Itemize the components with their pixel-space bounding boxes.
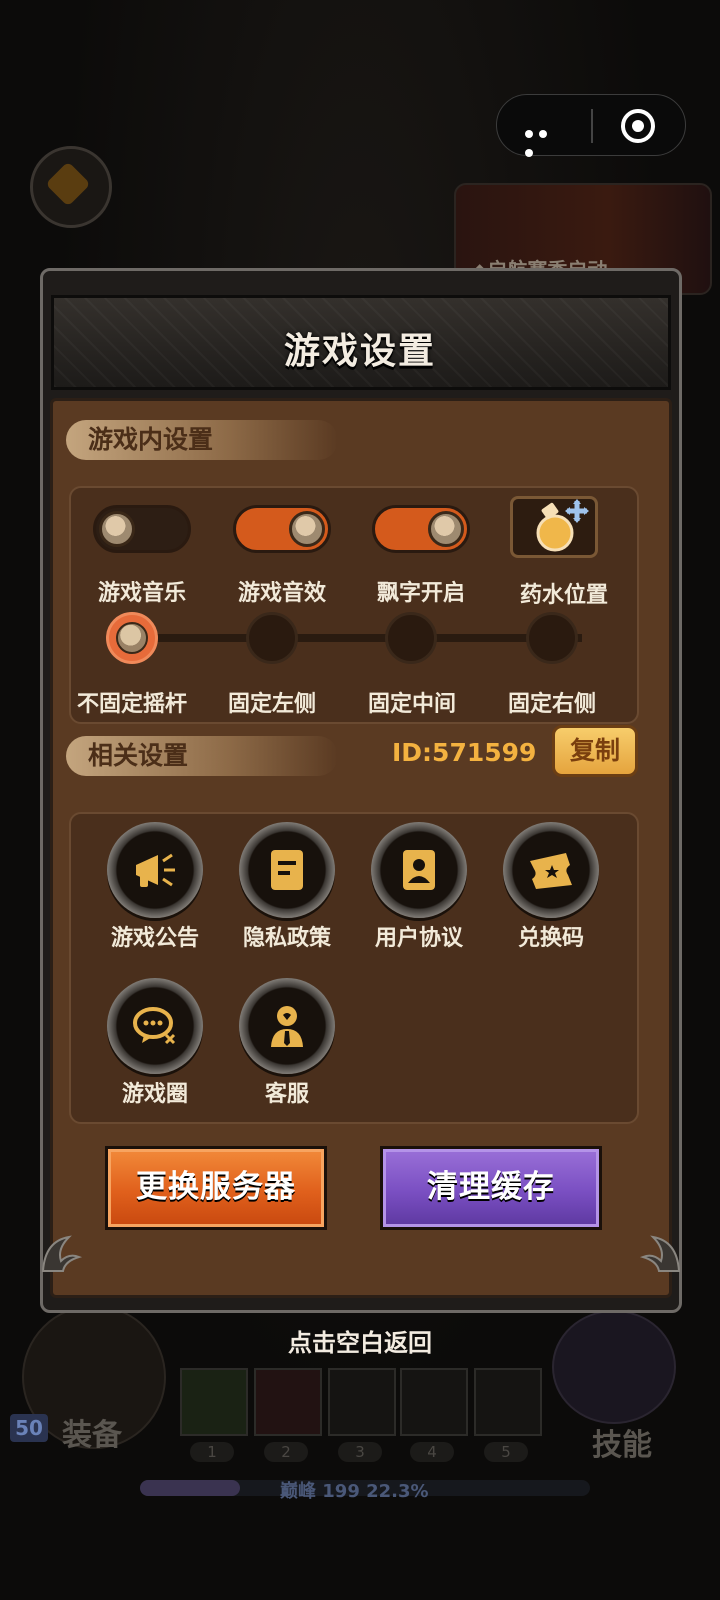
game-circle-button[interactable]	[107, 978, 203, 1074]
related-section-label: 相关设置	[66, 736, 338, 776]
chat-bubble-icon	[133, 1007, 176, 1045]
joystick-center-label: 固定中间	[367, 692, 456, 717]
announcement-label: 游戏公告	[110, 926, 199, 951]
music-label: 游戏音乐	[97, 581, 186, 606]
toggle-knob	[289, 511, 325, 547]
corner-ornament-right-icon	[639, 1235, 681, 1272]
toggle-knob	[99, 511, 135, 547]
joystick-center-radio[interactable]	[385, 612, 437, 664]
user-card-icon	[403, 850, 435, 890]
player-id: ID:571599	[392, 738, 537, 767]
customer-service-button[interactable]	[239, 978, 335, 1074]
joystick-right-label: 固定右侧	[507, 692, 596, 717]
change-server-button[interactable]: 更换服务器	[105, 1146, 327, 1230]
item-slot	[254, 1368, 322, 1436]
level-badge: 50	[10, 1414, 48, 1442]
privacy-policy-label: 隐私政策	[242, 926, 331, 951]
potion-glyph	[536, 499, 589, 552]
ticket-icon	[530, 853, 572, 889]
more-dots-icon[interactable]	[525, 123, 561, 157]
document-icon	[271, 850, 303, 890]
sound-effects-toggle[interactable]	[233, 505, 331, 553]
redeem-code-button[interactable]	[503, 822, 599, 918]
toggle-knob	[428, 511, 464, 547]
item-slot	[328, 1368, 396, 1436]
xp-bar-fill	[140, 1480, 241, 1496]
slot-number: 5	[484, 1442, 528, 1462]
xp-text: 巅峰 199 22.3%	[280, 1481, 429, 1502]
item-slot	[400, 1368, 468, 1436]
customer-service-icon	[271, 1006, 303, 1047]
sound-effects-label: 游戏音效	[237, 581, 326, 606]
joystick-right-radio[interactable]	[526, 612, 578, 664]
clear-cache-button[interactable]: 清理缓存	[380, 1146, 602, 1230]
miniprogram-capsule	[496, 94, 686, 157]
joystick-floating-label: 不固定摇杆	[76, 692, 187, 717]
floating-text-label: 飘字开启	[376, 581, 465, 606]
privacy-policy-button[interactable]	[239, 822, 335, 918]
megaphone-icon	[136, 853, 175, 887]
potion-position-label: 药水位置	[519, 583, 608, 608]
target-close-icon[interactable]	[621, 109, 655, 143]
corner-ornament-left-icon	[41, 1235, 83, 1272]
item-slot	[474, 1368, 542, 1436]
skill-label: 技能	[592, 1428, 652, 1463]
customer-service-label: 客服	[264, 1082, 309, 1107]
capsule-divider	[591, 109, 593, 143]
slot-number: 1	[190, 1442, 234, 1462]
in-game-section-label: 游戏内设置	[66, 420, 338, 460]
joystick-left-radio[interactable]	[246, 612, 298, 664]
joystick-left-label: 固定左侧	[227, 692, 316, 717]
user-agreement-button[interactable]	[371, 822, 467, 918]
announcement-button[interactable]	[107, 822, 203, 918]
dialog-title: 游戏设置	[283, 331, 436, 372]
copy-id-button[interactable]: 复制	[552, 725, 638, 777]
tap-blank-to-return-hint[interactable]: 点击空白返回	[0, 1323, 720, 1358]
game-circle-label: 游戏圈	[121, 1082, 188, 1107]
slot-number: 3	[338, 1442, 382, 1462]
redeem-code-label: 兑换码	[517, 926, 584, 951]
slot-number: 2	[264, 1442, 308, 1462]
user-agreement-label: 用户协议	[374, 926, 463, 951]
joystick-floating-radio[interactable]	[106, 612, 158, 664]
equip-label: 装备	[62, 1418, 122, 1453]
slot-number: 4	[410, 1442, 454, 1462]
music-toggle[interactable]	[93, 505, 191, 553]
floating-text-toggle[interactable]	[372, 505, 470, 553]
potion-move-icon[interactable]	[510, 496, 598, 558]
item-slot	[180, 1368, 248, 1436]
joystick-track	[132, 634, 582, 642]
